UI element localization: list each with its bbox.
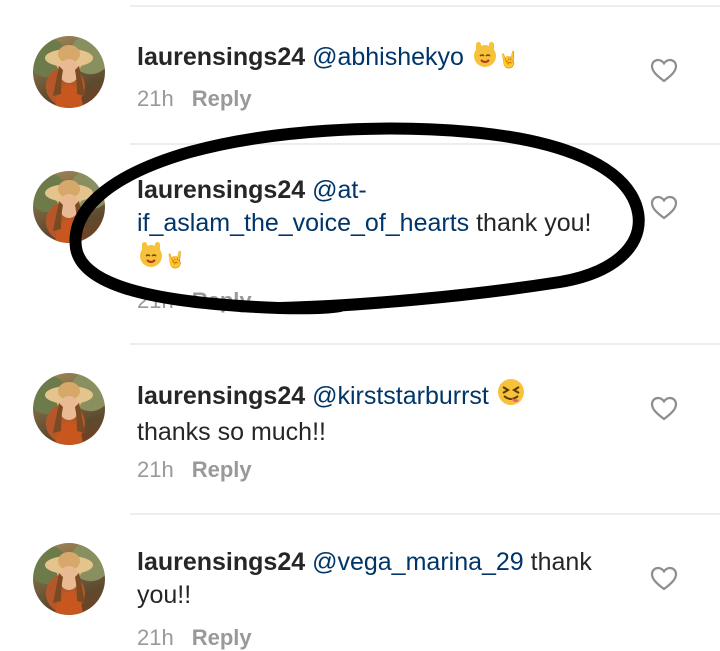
timestamp: 21h	[137, 457, 174, 482]
reply-button[interactable]: Reply	[192, 457, 252, 482]
trail-glyph: 🤘	[165, 252, 185, 269]
mention-link[interactable]: @kirststarburrst	[312, 382, 489, 410]
reply-button[interactable]: Reply	[192, 86, 252, 111]
reply-button[interactable]: Reply	[192, 625, 252, 650]
avatar[interactable]	[33, 36, 105, 108]
heart-outline-icon[interactable]	[650, 396, 678, 422]
comment-body: thank you!	[469, 209, 592, 237]
trail-glyph: 🤘	[498, 52, 519, 69]
comment-text: laurensings24 @vega_marina_29 thank you!…	[137, 546, 597, 612]
heart-outline-icon[interactable]	[650, 195, 678, 221]
mention-link[interactable]: @abhishekyo	[312, 43, 464, 71]
mention-link[interactable]: @vega_marina_29	[312, 548, 524, 576]
avatar-photo	[45, 382, 93, 445]
divider	[130, 143, 720, 145]
avatar-photo	[45, 552, 93, 615]
avatar[interactable]	[33, 543, 105, 615]
heart-outline-icon[interactable]	[650, 58, 678, 84]
comment-meta: 21h Reply	[137, 457, 252, 483]
mention-link-continued[interactable]: if_aslam_the_voice_of_hearts	[137, 209, 469, 237]
hand-drawn-circle-annotation	[69, 122, 645, 315]
username-link[interactable]: laurensings24	[137, 43, 305, 71]
avatar-photo	[45, 180, 93, 243]
reply-button[interactable]: Reply	[192, 288, 252, 313]
divider-top	[130, 5, 720, 7]
mention-link[interactable]: @at-	[312, 176, 367, 204]
comment-body: thanks so much!!	[137, 418, 326, 446]
comment-text: laurensings24 @at- if_aslam_the_voice_of…	[137, 174, 597, 277]
username-link[interactable]: laurensings24	[137, 176, 305, 204]
comment-text: laurensings24 @abhishekyo 🤘	[137, 40, 597, 77]
squinting-tongue-emoji-icon	[496, 377, 526, 416]
comment-text: laurensings24 @kirststarburrst thanks so…	[137, 377, 597, 449]
username-link[interactable]: laurensings24	[137, 382, 305, 410]
comment-meta: 21h Reply	[137, 625, 252, 651]
timestamp: 21h	[137, 625, 174, 650]
username-link[interactable]: laurensings24	[137, 548, 305, 576]
avatar[interactable]	[33, 171, 105, 243]
timestamp: 21h	[137, 288, 174, 313]
comment-meta: 21h Reply	[137, 86, 252, 112]
comment-meta: 21h Reply	[137, 288, 252, 314]
rock-on-emoji-icon	[471, 40, 499, 77]
heart-outline-icon[interactable]	[650, 566, 678, 592]
divider	[130, 513, 720, 515]
rock-on-emoji-icon	[137, 240, 165, 277]
avatar-photo	[45, 45, 93, 108]
divider	[130, 343, 720, 345]
avatar[interactable]	[33, 373, 105, 445]
timestamp: 21h	[137, 86, 174, 111]
